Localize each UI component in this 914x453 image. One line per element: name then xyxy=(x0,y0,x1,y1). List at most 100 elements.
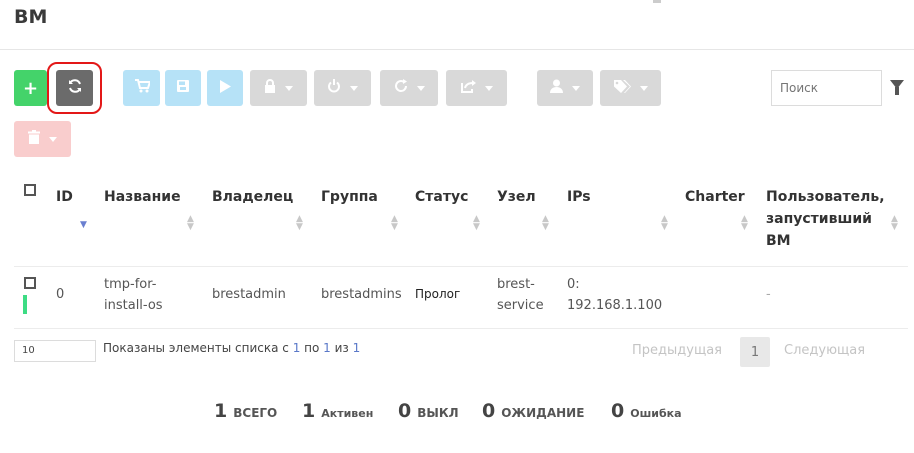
column-header-owner[interactable]: Владелец xyxy=(212,186,293,208)
started-by-line-2: запустивший xyxy=(766,211,872,227)
summary-off-label: ВЫКЛ xyxy=(417,406,459,420)
column-header-started-by[interactable]: Пользователь, запустивший ВМ xyxy=(766,186,885,252)
sort-both-icon[interactable]: ▲ ▼ xyxy=(891,215,898,232)
sort-both-icon[interactable]: ▲ ▼ xyxy=(473,215,480,232)
started-by-line-3: ВМ xyxy=(766,233,791,249)
previous-page-button[interactable]: Предыдущая xyxy=(632,343,722,358)
status-indicator xyxy=(23,295,27,314)
page-length-select[interactable]: 10 xyxy=(14,340,96,362)
lock-dropdown[interactable] xyxy=(250,70,307,106)
cell-host-line-2: service xyxy=(497,298,544,313)
info-total: 1 xyxy=(352,341,361,355)
summary-pending-count: 0 xyxy=(482,400,496,422)
summary-total-count: 1 xyxy=(214,400,228,422)
cell-host-line-1: brest- xyxy=(497,277,535,292)
summary-pending: 0 ОЖИДАНИЕ xyxy=(482,400,584,422)
reboot-icon xyxy=(394,79,408,97)
summary-active-count: 1 xyxy=(302,400,316,422)
column-header-charter[interactable]: Charter xyxy=(685,186,745,208)
tags-dropdown[interactable] xyxy=(600,70,661,106)
table-row-divider xyxy=(14,328,908,329)
play-button[interactable] xyxy=(207,70,243,106)
info-mid-2: из xyxy=(330,341,353,355)
chevron-down-icon xyxy=(350,85,358,91)
play-icon xyxy=(219,79,231,97)
filter-icon[interactable] xyxy=(890,80,904,95)
info-prefix: Показаны элементы списка с xyxy=(103,341,293,355)
top-marker xyxy=(653,0,661,3)
chevron-down-icon xyxy=(572,85,580,91)
chevron-down-icon xyxy=(639,85,648,91)
lock-icon xyxy=(264,79,276,97)
sort-both-icon[interactable]: ▲ ▼ xyxy=(542,215,549,232)
sort-both-icon[interactable]: ▲ ▼ xyxy=(391,215,398,232)
cell-group: brestadmins xyxy=(321,287,402,302)
power-dropdown[interactable] xyxy=(314,70,371,106)
cell-name-line-1: tmp-for- xyxy=(104,277,157,292)
cart-button[interactable] xyxy=(123,70,160,106)
export-icon xyxy=(460,79,476,97)
summary-error-label: Ошибка xyxy=(630,407,682,420)
column-header-id[interactable]: ID xyxy=(56,186,73,208)
tags-icon xyxy=(613,79,631,97)
sort-both-icon[interactable]: ▲ ▼ xyxy=(661,215,668,232)
search-input[interactable] xyxy=(771,70,882,106)
column-header-group[interactable]: Группа xyxy=(321,186,378,208)
power-icon xyxy=(327,79,341,97)
summary-active: 1 Активен xyxy=(302,400,373,422)
user-icon xyxy=(550,79,563,97)
column-header-status[interactable]: Статус xyxy=(415,186,468,208)
cell-host: brest- service xyxy=(497,274,544,316)
save-icon xyxy=(177,80,189,96)
cart-icon xyxy=(134,79,151,97)
cell-name-line-2: install-os xyxy=(104,298,163,313)
cell-started-by: - xyxy=(766,287,771,302)
summary-active-label: Активен xyxy=(321,407,374,420)
summary-off-count: 0 xyxy=(398,400,412,422)
cell-ips-line-1: 0: xyxy=(567,277,580,292)
sort-both-icon[interactable]: ▲ ▼ xyxy=(296,215,303,232)
select-all-checkbox[interactable] xyxy=(24,184,36,196)
cell-name[interactable]: tmp-for- install-os xyxy=(104,274,163,316)
export-dropdown[interactable] xyxy=(446,70,507,106)
page-title: ВМ xyxy=(14,6,48,28)
sort-desc-icon[interactable]: ▼ xyxy=(80,221,87,230)
summary-total: 1 ВСЕГО xyxy=(214,400,277,422)
sort-both-icon[interactable]: ▲ ▼ xyxy=(741,215,748,232)
row-checkbox[interactable] xyxy=(24,277,36,289)
info-mid-1: по xyxy=(300,341,324,355)
reboot-dropdown[interactable] xyxy=(380,70,438,106)
summary-pending-label: ОЖИДАНИЕ xyxy=(501,406,585,420)
page-1-button[interactable]: 1 xyxy=(740,337,770,367)
user-dropdown[interactable] xyxy=(537,70,593,106)
add-button[interactable]: + xyxy=(14,70,47,106)
page-length-value: 10 xyxy=(22,345,35,356)
header-divider xyxy=(0,49,914,50)
started-by-line-1: Пользователь, xyxy=(766,189,885,205)
table-header-divider xyxy=(14,266,908,267)
table-info: Показаны элементы списка с 1 по 1 из 1 xyxy=(103,341,360,355)
delete-dropdown[interactable] xyxy=(14,121,71,157)
add-label: + xyxy=(22,77,39,99)
cell-ips: 0: 192.168.1.100 xyxy=(567,274,662,316)
trash-icon xyxy=(28,130,40,148)
summary-total-label: ВСЕГО xyxy=(233,406,278,420)
cell-status: Пролог xyxy=(415,287,461,301)
chevron-down-icon xyxy=(484,85,493,91)
sort-both-icon[interactable]: ▲ ▼ xyxy=(187,215,194,232)
save-button[interactable] xyxy=(165,70,201,106)
cell-owner: brestadmin xyxy=(212,287,286,302)
summary-off: 0 ВЫКЛ xyxy=(398,400,459,422)
column-header-host[interactable]: Узел xyxy=(497,186,536,208)
summary-error-count: 0 xyxy=(611,400,625,422)
chevron-down-icon xyxy=(285,85,293,91)
summary-error: 0 Ошибка xyxy=(611,400,682,422)
chevron-down-icon xyxy=(416,85,425,91)
cell-ips-line-2: 192.168.1.100 xyxy=(567,298,663,313)
column-header-ips[interactable]: IPs xyxy=(567,186,591,208)
cell-id: 0 xyxy=(56,287,65,302)
info-to: 1 xyxy=(323,341,331,355)
column-header-name[interactable]: Название xyxy=(104,186,181,208)
refresh-highlight-ring xyxy=(47,62,102,114)
next-page-button[interactable]: Следующая xyxy=(784,343,865,358)
